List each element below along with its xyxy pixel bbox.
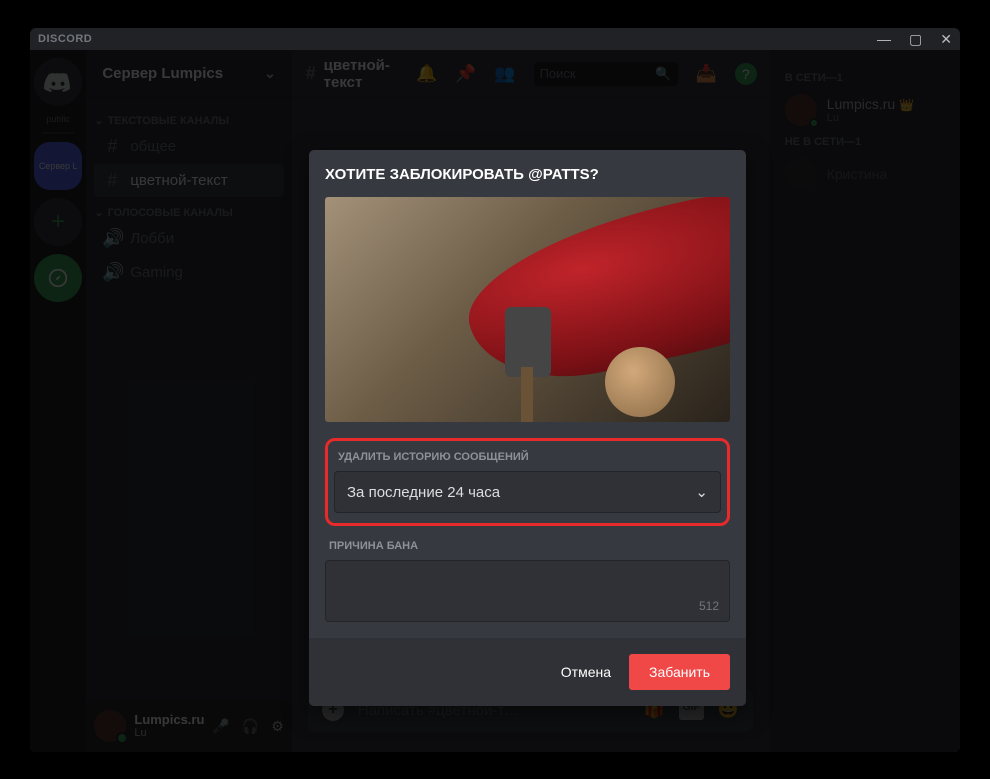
highlight-annotation: УДАЛИТЬ ИСТОРИЮ СООБЩЕНИЙ За последние 2… [325, 438, 730, 526]
modal-title: ХОТИТЕ ЗАБЛОКИРОВАТЬ @PATTS? [325, 166, 730, 183]
ban-reason-input[interactable]: 512 [325, 560, 730, 622]
ban-button[interactable]: Забанить [629, 654, 730, 690]
maximize-icon[interactable]: ▢ [909, 31, 922, 48]
close-icon[interactable]: ✕ [940, 31, 952, 48]
delete-history-select[interactable]: За последние 24 часа ⌄ [334, 471, 721, 513]
titlebar: DISCORD — ▢ ✕ [30, 28, 960, 50]
select-value: За последние 24 часа [347, 484, 500, 501]
ban-modal: ХОТИТЕ ЗАБЛОКИРОВАТЬ @PATTS? УДАЛИТЬ ИСТ… [309, 150, 746, 706]
app-brand: DISCORD [38, 33, 92, 45]
delete-history-label: УДАЛИТЬ ИСТОРИЮ СООБЩЕНИЙ [334, 451, 721, 463]
chevron-down-icon: ⌄ [695, 483, 708, 501]
ban-gif [325, 197, 730, 422]
app-body: public Сервер L + Сервер Lumpics ⌄ ⌄ТЕКС… [30, 50, 960, 752]
cancel-button[interactable]: Отмена [561, 664, 611, 680]
char-counter: 512 [699, 599, 719, 613]
minimize-icon[interactable]: — [877, 31, 891, 48]
window-frame: DISCORD — ▢ ✕ public Сервер L + Сервер L… [30, 28, 960, 752]
ban-reason-label: ПРИЧИНА БАНА [325, 540, 730, 552]
